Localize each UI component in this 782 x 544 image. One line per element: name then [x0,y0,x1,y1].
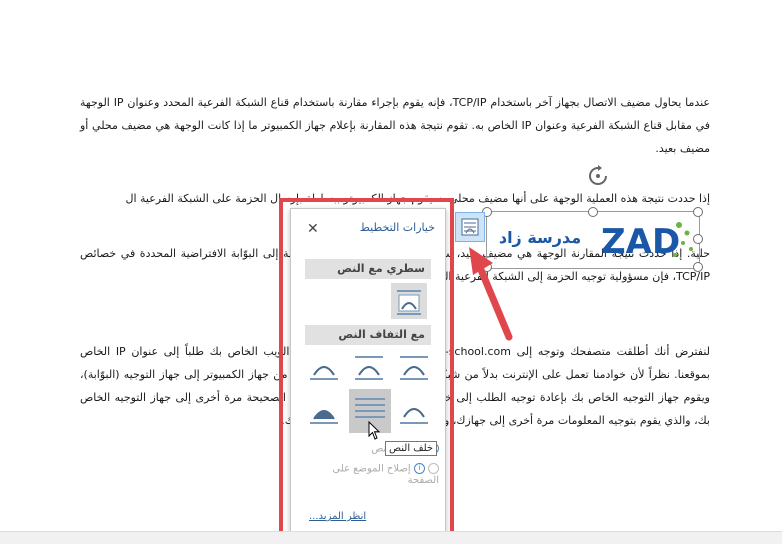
highlight-frame [279,198,454,539]
paragraph-1: عندما يحاول مضيف الاتصال بجهاز آخر باستخ… [80,96,711,155]
mouse-cursor-icon [368,421,381,440]
logo-mark-icon: ZAD [601,222,693,262]
status-strip [0,531,782,544]
document-page: عندما يحاول مضيف الاتصال بجهاز آخر باستخ… [0,0,782,539]
rotate-handle-icon[interactable] [586,164,610,188]
layout-options-button[interactable] [455,212,485,242]
tooltip: خلف النص [385,441,438,456]
arrow-annotation-icon [469,247,513,341]
layout-options-icon [461,218,479,236]
resize-handle[interactable] [693,262,703,272]
svg-text:ZAD: ZAD [601,222,680,262]
